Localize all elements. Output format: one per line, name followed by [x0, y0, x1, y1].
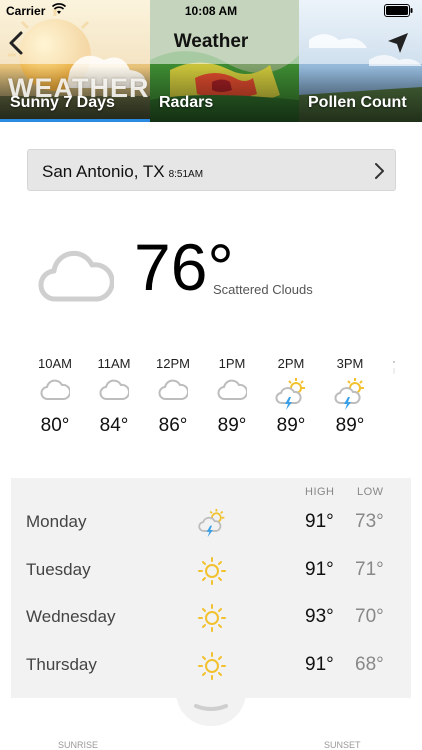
thunderstorm-icon — [334, 378, 364, 410]
city-name: San Antonio, TX — [42, 162, 165, 181]
tab-label: Pollen Count — [308, 94, 407, 111]
sunset-label: SUNSET — [324, 740, 361, 750]
daily-forecast: HIGH LOW Monday 91° 73° Tuesday 91° 71° … — [11, 478, 411, 698]
day-high: 93° — [305, 606, 334, 627]
day-row: Tuesday 91° 71° — [11, 556, 411, 586]
hour-temp: 86° — [158, 415, 188, 436]
day-high: 91° — [305, 511, 334, 532]
day-high: 91° — [305, 654, 334, 675]
hourly-item: 11AM 84° — [85, 356, 143, 437]
day-name: Monday — [26, 512, 87, 531]
thunderstorm-icon — [198, 508, 225, 538]
sunrise-label: SUNRISE — [58, 740, 99, 750]
hour-temp: 89° — [217, 415, 247, 436]
status-bar: Carrier 10:08 AM — [0, 0, 422, 22]
chevron-right-icon — [375, 163, 384, 179]
location-arrow-icon[interactable] — [386, 31, 410, 55]
sun-icon — [198, 604, 226, 632]
location-city: San Antonio, TX 8:51AM — [42, 162, 203, 182]
thunderstorm-icon — [275, 378, 305, 410]
hour-time: 11AM — [97, 356, 131, 371]
cloud-icon — [99, 379, 131, 400]
day-row: Thursday 91° 68° — [11, 651, 411, 681]
hourly-item: 12PM 86° — [144, 356, 202, 437]
day-name: Thursday — [26, 655, 97, 674]
hour-temp: 89° — [276, 415, 306, 436]
hour-time: 10AM — [38, 356, 72, 371]
sun-icon — [198, 652, 226, 680]
day-low: 70° — [355, 606, 384, 627]
day-low: 73° — [355, 511, 384, 532]
active-tab-indicator — [0, 119, 150, 122]
location-selector[interactable]: San Antonio, TX 8:51AM — [27, 149, 396, 191]
day-high: 91° — [305, 559, 334, 580]
hourly-forecast[interactable]: 10AM 80° 11AM 84° 12PM 86° 1PM 89° 2PM 8… — [26, 356, 422, 456]
day-low: 71° — [355, 559, 384, 580]
low-column-header: LOW — [357, 486, 384, 498]
hour-temp: 80° — [40, 415, 70, 436]
cloud-icon — [158, 379, 190, 400]
hour-time: 12PM — [156, 356, 190, 371]
hour-temp: 84° — [99, 415, 129, 436]
hourly-item: 1PM 89° — [203, 356, 261, 437]
battery-icon — [384, 4, 413, 17]
day-low: 68° — [355, 654, 384, 675]
chevron-down-icon — [194, 704, 228, 711]
hour-time: 2PM — [277, 356, 305, 371]
cloud-icon — [38, 250, 114, 302]
hourly-item: 2PM 89° — [262, 356, 320, 437]
day-row: Wednesday 93° 70° — [11, 603, 411, 633]
tab-label: Radars — [159, 94, 214, 111]
cloud-icon — [217, 379, 249, 400]
current-condition: Scattered Clouds — [213, 282, 313, 297]
page-title: Weather — [173, 31, 249, 52]
high-column-header: HIGH — [305, 486, 335, 498]
expand-forecast-handle[interactable] — [176, 692, 246, 726]
cloud-icon — [40, 379, 72, 400]
status-time: 10:08 AM — [184, 4, 238, 18]
location-time: 8:51AM — [168, 169, 204, 180]
day-row: Monday 91° 73° — [11, 508, 411, 538]
hour-temp: 89° — [335, 415, 365, 436]
hourly-item: 10AM 80° — [26, 356, 84, 437]
scroll-edge-indicator — [393, 361, 395, 374]
sun-icon — [198, 557, 226, 585]
hour-time: 3PM — [336, 356, 364, 371]
tab-label: Sunny 7 Days — [10, 94, 115, 111]
hourly-item: 3PM 89° — [321, 356, 379, 437]
day-name: Tuesday — [26, 560, 91, 579]
hour-time: 1PM — [218, 356, 246, 371]
day-name: Wednesday — [26, 607, 116, 626]
